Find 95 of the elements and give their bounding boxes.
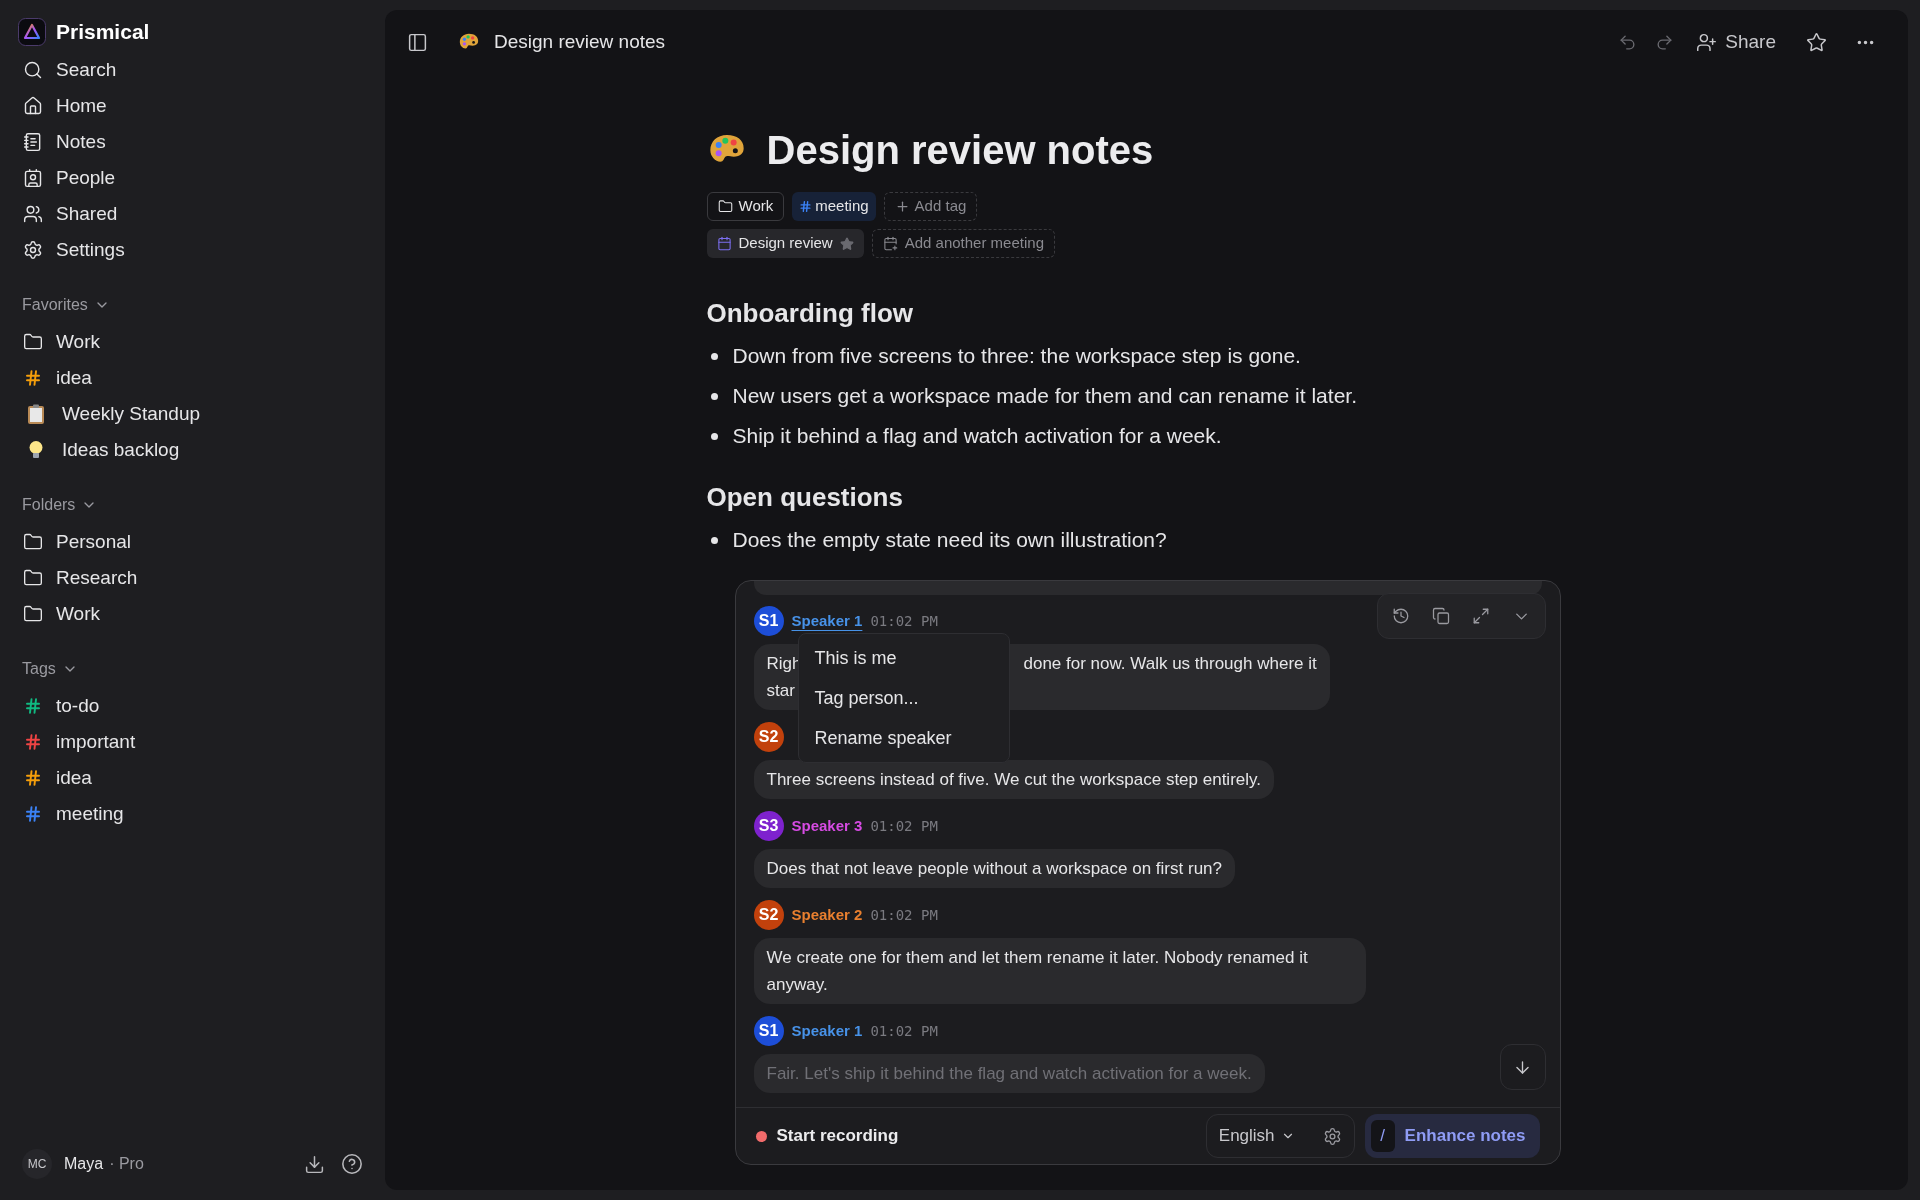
sidebar-item[interactable]: Settings — [0, 232, 385, 268]
message-text: star — [766, 680, 795, 702]
add-tag-button[interactable]: Add tag — [883, 192, 978, 221]
timestamp: 01:02 PM — [870, 611, 938, 631]
speaker-name[interactable]: Speaker 3 — [791, 814, 863, 838]
sidebar-item[interactable]: important — [0, 724, 385, 760]
settings-icon — [23, 240, 43, 260]
message-text: done for now. Walk us through where it — [1023, 653, 1317, 675]
user-plus-icon — [1696, 31, 1718, 53]
speaker-name[interactable]: Speaker 1 — [791, 609, 863, 633]
sidebar-item[interactable]: Weekly Standup — [0, 396, 385, 432]
message-text: We create one for them and let them rename it later. Nobody renamed it anyway. — [766, 948, 1308, 994]
menu-item[interactable]: Tag person... — [798, 678, 1009, 718]
enhance-notes-button[interactable]: / Enhance notes — [1364, 1114, 1540, 1159]
star-icon[interactable] — [839, 236, 854, 251]
sidebar-item[interactable]: meeting — [0, 796, 385, 832]
section-heading: Open questions — [706, 481, 904, 514]
bullet-icon — [710, 392, 718, 400]
document-title: Design review notes — [766, 127, 1154, 174]
bullet-icon — [710, 352, 718, 360]
shared-icon — [23, 204, 43, 224]
home-icon — [23, 96, 43, 116]
bullet-text: New users get a workspace made for them and can rename it later. — [732, 383, 1357, 410]
copy-icon[interactable] — [1431, 607, 1450, 625]
history-icon[interactable] — [1391, 607, 1410, 625]
section-heading: Onboarding flow — [706, 297, 915, 330]
sidebar-item[interactable]: Search — [0, 52, 385, 88]
plus-icon — [894, 199, 910, 214]
account-plan: · Pro — [109, 1154, 144, 1174]
message-text: Three screens instead of five. We cut the workspace step entirely. — [766, 770, 1261, 789]
clipboard-icon — [25, 403, 47, 425]
sidebar-item[interactable]: Notes — [0, 124, 385, 160]
expand-icon[interactable] — [1471, 607, 1490, 625]
bullet-text: Does the empty state need its own illustration? — [732, 527, 1167, 554]
calendar-event-chip[interactable]: Design review — [706, 229, 864, 258]
menu-item[interactable]: Rename speaker — [798, 718, 1009, 758]
folder-icon — [23, 532, 43, 552]
speaker-avatar[interactable]: S1 — [753, 606, 784, 636]
sidebar-item[interactable]: Shared — [0, 196, 385, 232]
share-button[interactable]: Share — [1696, 27, 1776, 57]
hash-icon — [799, 200, 813, 213]
page-title: Design review notes — [494, 29, 666, 54]
account-name: Maya — [64, 1154, 104, 1174]
section-label: Folders — [22, 495, 76, 515]
sidebar-item[interactable]: Home — [0, 88, 385, 124]
bullet-icon — [710, 432, 718, 440]
help-icon[interactable] — [341, 1153, 363, 1175]
timestamp: 01:02 PM — [870, 816, 938, 836]
start-recording-button[interactable]: Start recording — [776, 1123, 899, 1149]
language-dropdown[interactable]: English — [1218, 1123, 1295, 1149]
search-icon — [23, 60, 43, 80]
speaker-avatar[interactable]: S1 — [753, 1016, 784, 1046]
section-label: Favorites — [22, 295, 88, 315]
sidebar-item[interactable]: idea — [0, 360, 385, 396]
speaker-avatar[interactable]: S2 — [753, 900, 784, 930]
calendar-icon — [716, 236, 732, 251]
avatar[interactable]: MC — [22, 1149, 52, 1179]
download-icon[interactable] — [304, 1153, 325, 1175]
logo-icon — [18, 18, 46, 46]
add-meeting-button[interactable]: Add another meeting — [871, 229, 1055, 258]
folder-chip[interactable]: Work — [706, 192, 785, 221]
sidebar-item[interactable]: People — [0, 160, 385, 196]
bullet-icon — [710, 536, 718, 544]
folder-icon — [23, 332, 43, 352]
star-icon[interactable] — [1806, 31, 1827, 53]
settings-icon[interactable] — [1322, 1126, 1342, 1146]
sidebar-toggle-icon[interactable] — [407, 31, 428, 53]
folder-icon — [23, 604, 43, 624]
people-icon — [23, 168, 43, 188]
calendar-plus-icon — [882, 236, 898, 251]
menu-item[interactable]: This is me — [798, 638, 1009, 678]
speaker-name[interactable]: Speaker 1 — [791, 1019, 863, 1043]
hashtag-chip[interactable]: meeting — [792, 192, 876, 221]
shortcut-key: / — [1370, 1120, 1395, 1153]
sidebar-item[interactable]: Work — [0, 596, 385, 632]
sidebar-item[interactable]: Research — [0, 560, 385, 596]
sidebar-item[interactable]: to-do — [0, 688, 385, 724]
app-name: Prismical — [56, 19, 150, 46]
timestamp: 01:02 PM — [870, 905, 938, 925]
speaker-avatar[interactable]: S2 — [753, 722, 784, 752]
bullet-text: Ship it behind a flag and watch activation for a week. — [732, 423, 1222, 450]
bullet-text: Down from five screens to three: the workspace step is gone. — [732, 343, 1301, 370]
section-label: Tags — [22, 659, 56, 679]
notes-icon — [23, 132, 43, 152]
folder-icon — [23, 568, 43, 588]
folder-icon — [717, 199, 733, 214]
speaker-name[interactable]: Speaker 2 — [791, 903, 863, 927]
message-text: Fair. Let's ship it behind the flag and watch activation for a week. — [766, 1064, 1252, 1083]
timestamp: 01:02 PM — [870, 1021, 938, 1041]
sidebar-item[interactable]: Personal — [0, 524, 385, 560]
sidebar-item[interactable]: Work — [0, 324, 385, 360]
message-text: Does that not leave people without a workspace on first run? — [766, 859, 1222, 878]
sidebar-item[interactable]: idea — [0, 760, 385, 796]
sidebar-item[interactable]: Ideas backlog — [0, 432, 385, 468]
speaker-avatar[interactable]: S3 — [753, 811, 784, 841]
